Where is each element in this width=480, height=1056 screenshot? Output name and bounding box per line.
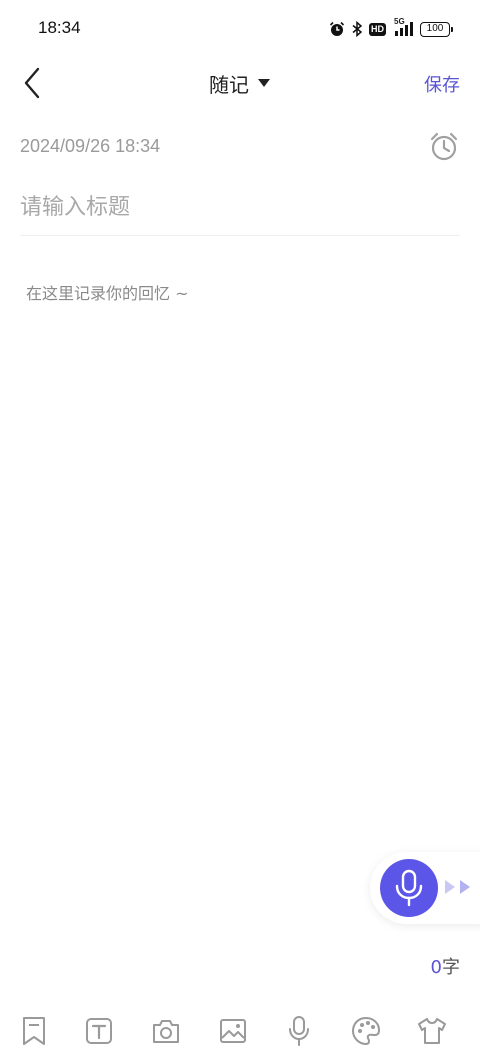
- note-body-input[interactable]: [20, 276, 460, 836]
- word-count-number: 0: [430, 957, 442, 978]
- page-title: 随记: [209, 72, 249, 97]
- word-count-unit: 字: [442, 957, 460, 978]
- title-input[interactable]: [20, 180, 460, 236]
- microphone-icon: [289, 1016, 309, 1046]
- status-icons: HD 5G 100: [329, 17, 453, 39]
- camera-button[interactable]: [149, 1014, 183, 1048]
- voice-button[interactable]: [282, 1014, 316, 1048]
- caret-down-icon: [258, 79, 270, 87]
- reminder-button[interactable]: [428, 131, 460, 163]
- bottom-toolbar: [0, 1008, 480, 1056]
- shirt-icon: [418, 1018, 446, 1044]
- image-icon: [220, 1019, 246, 1043]
- palette-button[interactable]: [349, 1014, 383, 1048]
- expand-arrows-icon[interactable]: [443, 878, 473, 896]
- network-label: 5G: [394, 17, 405, 26]
- note-type-dropdown[interactable]: 随记: [0, 68, 480, 98]
- voice-record-button[interactable]: [380, 859, 438, 917]
- bookmark-icon: [23, 1017, 45, 1045]
- header: 随记 保存: [0, 56, 480, 110]
- alarm-clock-icon: [430, 132, 458, 161]
- word-count: 0字: [431, 953, 460, 979]
- microphone-icon: [395, 869, 423, 907]
- alarm-status-icon: [329, 21, 345, 37]
- battery-icon: 100: [420, 21, 453, 37]
- signal-icon: 5G: [392, 17, 414, 37]
- camera-icon: [153, 1020, 179, 1043]
- note-datetime[interactable]: 2024/09/26 18:34: [20, 136, 160, 157]
- theme-button[interactable]: [415, 1014, 449, 1048]
- bookmark-button[interactable]: [17, 1014, 51, 1048]
- text-format-button[interactable]: [82, 1014, 116, 1048]
- status-bar: 18:34 HD 5G 100: [0, 0, 480, 56]
- image-button[interactable]: [216, 1014, 250, 1048]
- bluetooth-icon: [351, 21, 363, 37]
- hd-icon: HD: [369, 22, 386, 36]
- save-button[interactable]: 保存: [424, 71, 460, 97]
- text-format-icon: [86, 1018, 112, 1044]
- palette-icon: [351, 1016, 381, 1046]
- status-time: 18:34: [38, 18, 81, 37]
- date-row: 2024/09/26 18:34: [20, 128, 460, 168]
